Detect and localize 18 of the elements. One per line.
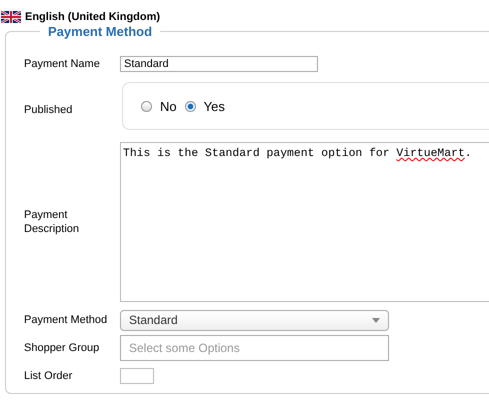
panel-title: Payment Method bbox=[47, 24, 154, 39]
field-label: Payment Method bbox=[24, 313, 108, 327]
list-order-field[interactable] bbox=[120, 368, 154, 384]
field-label: Published bbox=[24, 103, 74, 117]
radio-button[interactable] bbox=[141, 100, 152, 112]
payment-name-field[interactable]: Standard bbox=[120, 56, 318, 72]
uk-flag-icon bbox=[1, 11, 21, 23]
caret-icon bbox=[372, 318, 380, 322]
field-label: List Order bbox=[24, 369, 74, 383]
radio-label: No bbox=[160, 98, 177, 114]
language-label: English (United Kingdom) bbox=[25, 11, 160, 23]
radio-button[interactable] bbox=[184, 100, 196, 112]
radio-label: Yes bbox=[204, 98, 225, 114]
field-label: Payment Description bbox=[24, 208, 80, 236]
payment-method-select[interactable]: Standard bbox=[120, 310, 389, 330]
field-label: Shopper Group bbox=[24, 341, 100, 355]
field-label: Payment Name bbox=[24, 57, 101, 71]
description-textarea[interactable]: This is the Standard payment option for VirtueMart. bbox=[120, 142, 489, 302]
